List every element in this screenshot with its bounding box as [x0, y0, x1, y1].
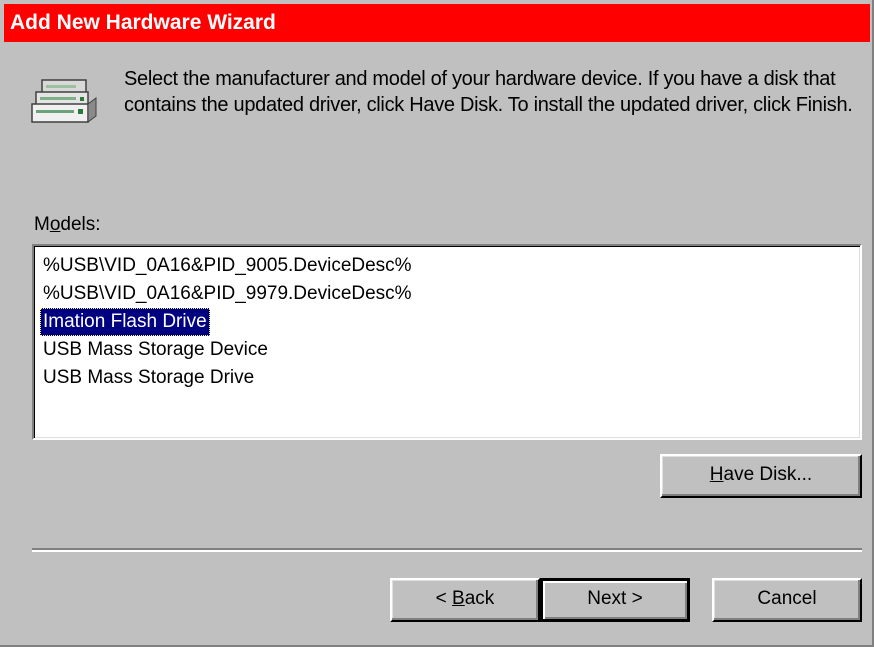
back-prefix: <: [435, 588, 453, 609]
list-item-selected[interactable]: Imation Flash Drive: [40, 308, 210, 336]
separator: [32, 548, 862, 552]
next-label: Next >: [587, 588, 643, 609]
wizard-window: Add New Hardware Wizard Select the manuf…: [0, 0, 874, 647]
models-listbox[interactable]: %USB\VID_0A16&PID_9005.DeviceDesc% %USB\…: [32, 244, 862, 440]
have-disk-accelerator: H: [709, 464, 724, 485]
models-label-prefix: M: [34, 214, 50, 235]
instruction-text: Select the manufacturer and model of you…: [124, 68, 853, 116]
list-item[interactable]: %USB\VID_0A16&PID_9005.DeviceDesc%: [40, 252, 415, 280]
cancel-button[interactable]: Cancel: [712, 578, 862, 622]
list-item[interactable]: %USB\VID_0A16&PID_9979.DeviceDesc%: [40, 280, 415, 308]
models-label-accelerator: o: [49, 214, 61, 235]
title-bar[interactable]: Add New Hardware Wizard: [4, 4, 870, 42]
cancel-label: Cancel: [757, 588, 817, 609]
list-item[interactable]: USB Mass Storage Device: [40, 336, 271, 364]
models-label-suffix: dels:: [60, 214, 101, 235]
window-title: Add New Hardware Wizard: [10, 11, 276, 34]
back-button[interactable]: < Back: [390, 578, 540, 622]
back-label: ack: [464, 588, 495, 609]
back-accelerator: B: [452, 588, 465, 609]
hardware-device-icon: [30, 78, 100, 126]
models-label: Models:: [34, 214, 101, 236]
have-disk-label: ave Disk...: [723, 464, 813, 485]
list-item[interactable]: USB Mass Storage Drive: [40, 364, 257, 392]
next-button[interactable]: Next >: [540, 578, 690, 622]
have-disk-button[interactable]: Have Disk...: [660, 454, 862, 498]
